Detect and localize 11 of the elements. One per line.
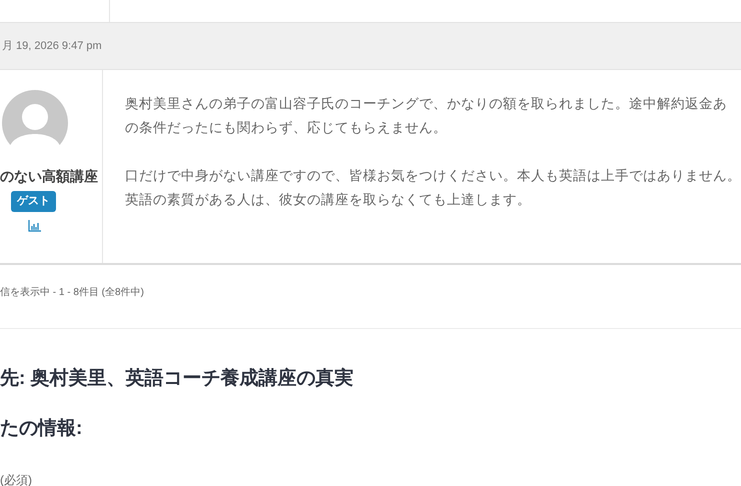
reply-text-line: の条件だったにも関わらず、応じてもらえません。 — [125, 119, 448, 137]
reply-text-line: 奥村美里さんの弟子の富山容子氏のコーチングで、かなりの額を取られました。途中解約返金あ — [125, 95, 728, 113]
reply-text-line: 口だけで中身がない講座ですので、皆様お気をつけください。本人も英語は上手ではありません。 — [125, 167, 741, 185]
reply-text-line: 英語の素質がある人は、彼女の講座を取らなくても上達します。 — [125, 191, 532, 209]
reply-date: 月 19, 2026 9:47 pm — [2, 38, 102, 54]
stats-icon[interactable] — [28, 220, 42, 232]
form-title: 先: 奥村美里、英語コーチ養成講座の真実 — [0, 366, 355, 391]
section-title: たの情報: — [0, 417, 84, 441]
role-badge: ゲスト — [11, 191, 56, 212]
author-name[interactable]: のない高額講座 — [0, 166, 98, 187]
pagination-text: 信を表示中 - 1 - 8件目 (全8件中) — [0, 287, 144, 298]
